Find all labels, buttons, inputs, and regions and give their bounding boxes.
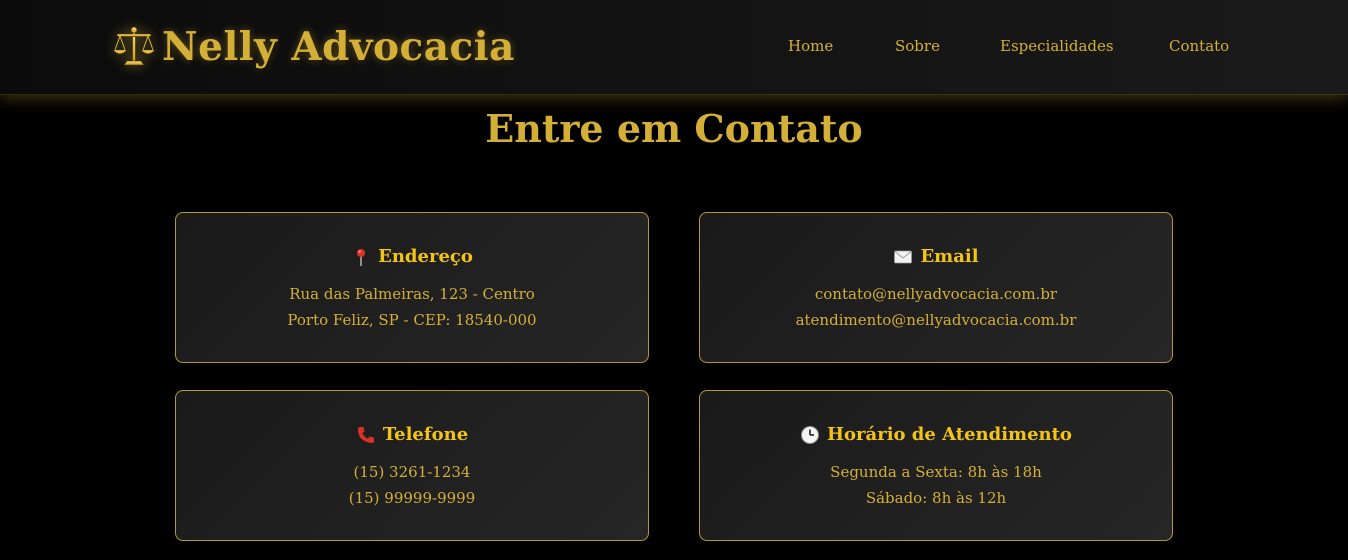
site-header: Nelly Advocacia Home Sobre Especialidade… bbox=[0, 0, 1348, 95]
phone-number[interactable]: (15) 99999-9999 bbox=[176, 489, 648, 507]
phone-number[interactable]: (15) 3261-1234 bbox=[176, 463, 648, 481]
pin-icon bbox=[351, 247, 371, 267]
contact-card-email: Email contato@nellyadvocacia.com.br aten… bbox=[699, 212, 1173, 363]
contact-card-address: Endereço Rua das Palmeiras, 123 - Centro… bbox=[175, 212, 649, 363]
nav-link-contato[interactable]: Contato bbox=[1169, 37, 1229, 55]
email-link[interactable]: atendimento@nellyadvocacia.com.br bbox=[700, 311, 1172, 329]
contact-card-hours: Horário de Atendimento Segunda a Sexta: … bbox=[699, 390, 1173, 541]
card-title: Telefone bbox=[382, 424, 469, 445]
card-title: Endereço bbox=[378, 246, 473, 267]
address-line: Porto Feliz, SP - CEP: 18540-000 bbox=[287, 311, 537, 329]
envelope-icon bbox=[893, 247, 913, 267]
card-title: Horário de Atendimento bbox=[827, 424, 1072, 445]
page-title: Entre em Contato bbox=[485, 106, 863, 151]
contact-card-phone: Telefone (15) 3261-1234 (15) 99999-9999 bbox=[175, 390, 649, 541]
hours-line: Sábado: 8h às 12h bbox=[865, 489, 1007, 507]
clock-icon bbox=[800, 425, 820, 445]
nav-link-sobre[interactable]: Sobre bbox=[895, 37, 940, 55]
nav-link-especialidades[interactable]: Especialidades bbox=[1000, 37, 1114, 55]
hours-line: Segunda a Sexta: 8h às 18h bbox=[830, 463, 1042, 481]
main-nav: Home Sobre Especialidades Contato bbox=[0, 37, 1348, 57]
telephone-icon bbox=[356, 425, 376, 445]
address-line: Rua das Palmeiras, 123 - Centro bbox=[289, 285, 535, 303]
card-title-row: Endereço bbox=[176, 246, 648, 267]
card-title-row: Horário de Atendimento bbox=[700, 424, 1172, 445]
card-title-row: Email bbox=[700, 246, 1172, 267]
email-link[interactable]: contato@nellyadvocacia.com.br bbox=[700, 285, 1172, 303]
card-title: Email bbox=[920, 246, 979, 267]
card-title-row: Telefone bbox=[176, 424, 648, 445]
nav-link-home[interactable]: Home bbox=[788, 37, 833, 55]
